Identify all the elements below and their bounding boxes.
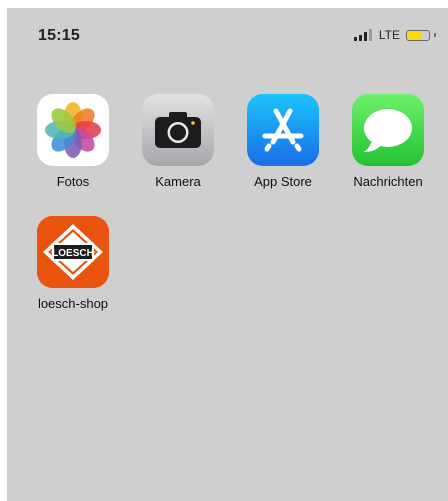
- cellular-signal-icon: [353, 29, 372, 41]
- status-bar: 15:15 LTE: [7, 8, 448, 56]
- app-loesch-shop[interactable]: LOESCH loesch-shop: [23, 216, 123, 311]
- camera-icon: [142, 94, 214, 166]
- status-time: 15:15: [38, 27, 80, 44]
- app-label: Nachrichten: [353, 174, 423, 189]
- loesch-logo-icon: LOESCH: [37, 216, 109, 288]
- photos-icon: [37, 94, 109, 166]
- app-label: App Store: [254, 174, 312, 189]
- status-indicators: LTE: [353, 28, 436, 42]
- app-app-store[interactable]: App Store: [233, 94, 333, 189]
- app-label: loesch-shop: [37, 296, 109, 311]
- svg-text:LOESCH: LOESCH: [52, 248, 94, 259]
- app-label: Kamera: [155, 174, 201, 189]
- home-screen: 15:15 LTE Fotos Kamera App Store Nachric…: [7, 8, 448, 501]
- messages-icon: [352, 94, 424, 166]
- app-kamera[interactable]: Kamera: [128, 94, 228, 189]
- battery-icon: [406, 29, 430, 41]
- app-label: Fotos: [56, 174, 90, 189]
- app-nachrichten[interactable]: Nachrichten: [338, 94, 438, 189]
- network-type: LTE: [378, 28, 400, 42]
- app-fotos[interactable]: Fotos: [23, 94, 123, 189]
- app-store-icon: [247, 94, 319, 166]
